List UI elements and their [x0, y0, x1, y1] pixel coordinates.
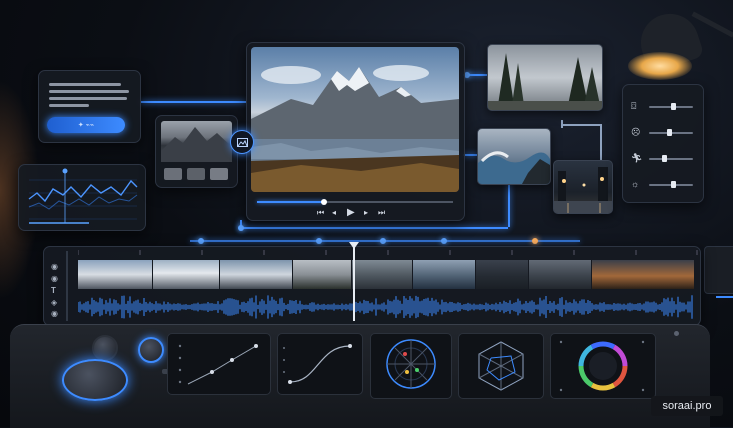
connector-node	[238, 225, 244, 231]
motion-graph	[28, 168, 138, 224]
track-divider	[66, 251, 68, 321]
connector	[463, 154, 478, 156]
text-icon[interactable]: T	[51, 286, 56, 295]
face-slider-knob[interactable]	[666, 129, 672, 136]
prompt-text-line	[49, 90, 129, 93]
prompt-text-line	[49, 104, 89, 107]
scrub-progress	[257, 201, 324, 203]
motion-graph-panel	[18, 164, 146, 231]
jog-knob-blue[interactable]	[138, 337, 164, 363]
color-wheel-panel	[370, 333, 452, 399]
running-person-icon: 🏃︎	[631, 153, 643, 163]
image-icon[interactable]	[230, 130, 254, 154]
reference-thumb[interactable]	[164, 168, 182, 180]
step-forward-icon[interactable]: ▸	[364, 208, 368, 217]
city-thumbnail[interactable]	[553, 160, 613, 214]
connector	[600, 124, 602, 160]
reference-image	[161, 121, 232, 162]
curve-graph	[178, 344, 258, 385]
connector	[140, 101, 246, 103]
step-back-icon[interactable]: ◂	[332, 208, 336, 217]
motion-slider-knob[interactable]	[662, 155, 668, 162]
clip-city[interactable]	[529, 260, 591, 289]
preview-frame	[251, 47, 459, 192]
hue-ring[interactable]	[551, 334, 655, 398]
side-monitor-light	[716, 296, 733, 298]
clip-mountains[interactable]	[153, 260, 219, 289]
speed-curve	[283, 344, 352, 384]
connector-node	[316, 238, 322, 244]
wave-scene	[478, 151, 550, 184]
connector	[240, 227, 508, 229]
prompt-text-line	[49, 97, 127, 100]
connector	[508, 183, 510, 227]
eye-icon[interactable]: ◉	[51, 262, 58, 271]
eye-icon[interactable]: ◉	[51, 274, 58, 283]
mountain-sketch	[161, 127, 232, 162]
image-glyph	[236, 137, 248, 147]
color-wheel[interactable]	[371, 334, 451, 398]
connector	[562, 124, 602, 126]
clip-waves[interactable]	[413, 260, 475, 289]
time-ruler	[78, 250, 698, 255]
clip-mountains[interactable]	[220, 260, 292, 289]
clip-sunset[interactable]	[592, 260, 694, 289]
hue-ring-panel	[550, 333, 656, 399]
jog-knob-small[interactable]	[92, 335, 118, 361]
play-icon[interactable]: ▶	[347, 207, 355, 218]
mountain-scene	[251, 65, 459, 192]
jog-wheel[interactable]	[62, 359, 128, 401]
skip-forward-icon[interactable]: ⏭	[378, 208, 385, 218]
control-console	[10, 324, 710, 428]
vectorscope	[478, 341, 524, 391]
playhead[interactable]	[353, 243, 356, 321]
vectorscope-panel	[458, 333, 544, 399]
video-preview-panel: ⏮ ◂ ▶ ▸ ⏭	[246, 42, 465, 221]
camera-slider-knob[interactable]	[671, 103, 677, 110]
skip-back-icon[interactable]: ⏮	[317, 208, 324, 218]
clip-forest[interactable]	[352, 260, 412, 289]
sparkle-icon: ✦ ⌁⌁	[77, 122, 95, 129]
motion-slider[interactable]	[649, 158, 693, 160]
playhead-marker[interactable]	[349, 242, 360, 249]
clip-mountains[interactable]	[78, 260, 152, 289]
reference-thumb[interactable]	[210, 168, 228, 180]
connector-node	[198, 238, 204, 244]
timeline-panel: ◉ ◉ T ◈ ◉	[43, 246, 701, 326]
eye-icon[interactable]: ◉	[51, 309, 58, 318]
audio-waveform[interactable]	[78, 295, 694, 319]
connector-node	[532, 238, 538, 244]
forest-thumbnail[interactable]	[487, 44, 603, 111]
speed-curve-panel	[277, 333, 363, 395]
clip-city[interactable]	[476, 260, 528, 289]
clip-forest[interactable]	[293, 260, 351, 289]
watermark-label: soraai.pro	[651, 396, 723, 416]
light-slider-knob[interactable]	[671, 181, 677, 188]
connector-node	[441, 238, 447, 244]
forest-scene	[488, 53, 602, 110]
sun-icon: ☼	[631, 179, 640, 189]
wave-thumbnail[interactable]	[477, 128, 551, 185]
connector-node	[380, 238, 386, 244]
curve-panel	[167, 333, 271, 395]
reference-thumb[interactable]	[187, 168, 205, 180]
console-led	[674, 331, 679, 336]
face-icon: ☹	[631, 127, 641, 137]
lamp-light	[628, 52, 692, 80]
camera-icon: ⌼	[631, 101, 637, 111]
prompt-text-line	[49, 83, 121, 86]
scrub-handle[interactable]	[320, 199, 327, 205]
prompt-panel: ✦ ⌁⌁	[38, 70, 141, 143]
layer-icon[interactable]: ◈	[51, 298, 57, 307]
city-scene	[554, 167, 612, 213]
side-monitor	[704, 246, 733, 294]
adjustment-panel: ⌼ ☹ 🏃︎ ☼	[622, 84, 704, 203]
reference-panel	[155, 115, 238, 188]
generate-button[interactable]: ✦ ⌁⌁	[47, 117, 125, 133]
